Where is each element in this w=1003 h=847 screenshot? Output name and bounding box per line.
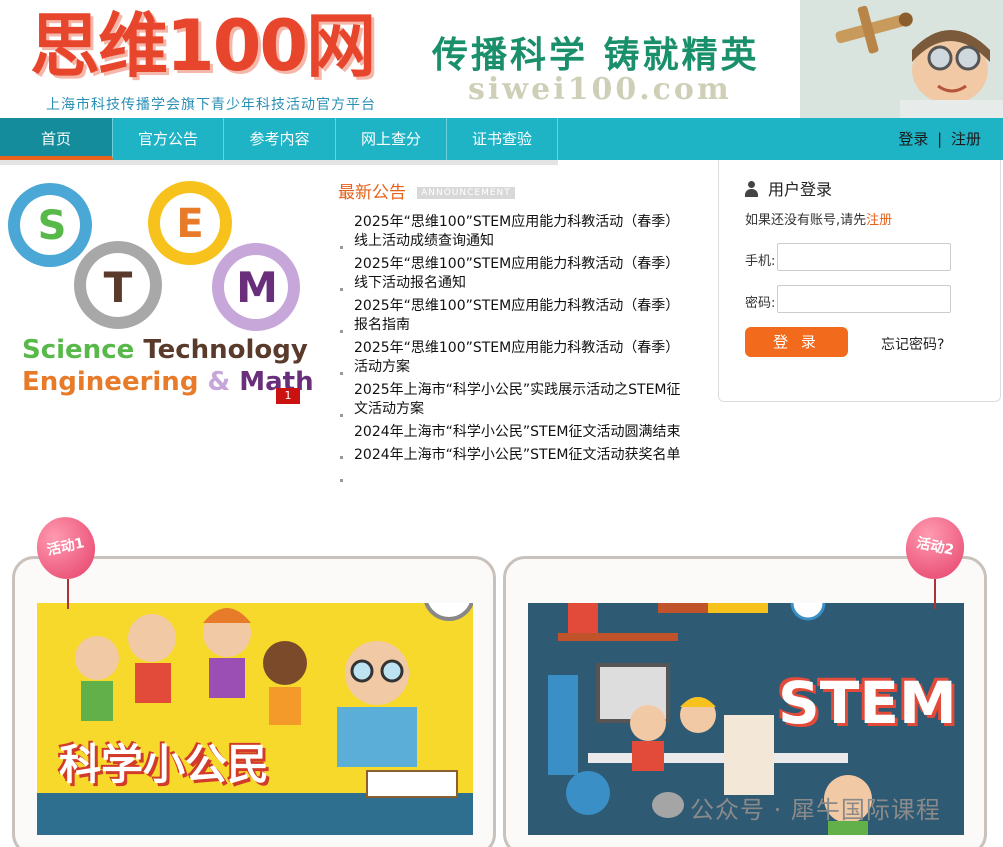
wechat-icon	[652, 792, 684, 818]
site-domain: siwei100.com	[468, 72, 732, 107]
announcements-panel: 最新公告 ANNOUNCEMENT 2025年“思维100”STEM应用能力科教…	[338, 178, 708, 482]
login-title: 用户登录	[768, 180, 833, 199]
activity-2-badge: 活动2	[900, 511, 970, 585]
phone-input[interactable]	[777, 243, 951, 271]
header-illustration	[800, 0, 1003, 118]
banner-carousel[interactable]: S T E M Science Technology Engineering &…	[0, 175, 330, 405]
stem-letter-e: E	[176, 201, 204, 247]
page: 思维100网 上海市科技传播学会旗下青少年科技活动官方平台 传播科学 铸就精英 …	[0, 0, 1003, 847]
announcement-item[interactable]: 2024年上海市“科学小公民”STEM征文活动获奖名单	[338, 446, 683, 482]
announcements-tag: ANNOUNCEMENT	[417, 187, 515, 199]
user-icon	[745, 181, 758, 197]
password-label: 密码:	[745, 296, 776, 311]
login-register-link[interactable]: 注册	[866, 213, 892, 228]
announcement-item[interactable]: 2025年“思维100”STEM应用能力科教活动（春季） 线下活动报名通知	[338, 255, 683, 293]
announcement-item[interactable]: 2025年“思维100”STEM应用能力科教活动（春季）线上活动成绩查询通知	[338, 213, 683, 251]
announcement-item[interactable]: 2025年“思维100”STEM应用能力科教活动（春季）活动方案	[338, 339, 683, 377]
caption-technology: Technology	[143, 335, 308, 365]
announcements-list: 2025年“思维100”STEM应用能力科教活动（春季）线上活动成绩查询通知 2…	[338, 213, 708, 482]
stem-letter-s: S	[37, 203, 67, 249]
stem-caption-line2: Engineering & Math	[22, 367, 314, 397]
phone-label: 手机:	[745, 254, 776, 269]
logo-subtitle: 上海市科技传播学会旗下青少年科技活动官方平台	[46, 97, 376, 113]
login-button[interactable]: 登 录	[745, 327, 848, 357]
login-panel: 用户登录 如果还没有账号,请先注册 手机: 密码: 登 录 忘记密码?	[718, 160, 1001, 402]
site-logo[interactable]: 思维100网	[30, 6, 376, 86]
announcement-item[interactable]: 2024年上海市“科学小公民”STEM征文活动圆满结束	[338, 423, 683, 459]
caption-ampersand: &	[207, 367, 231, 397]
nav-separator: |	[937, 130, 943, 148]
stem-letter-t: T	[103, 263, 133, 312]
nav-score-query[interactable]: 网上查分	[336, 118, 447, 160]
password-input[interactable]	[777, 285, 951, 313]
nav-auth-links: 登录 | 注册	[898, 118, 981, 160]
watermark-text: 公众号 · 犀牛国际课程	[690, 796, 941, 824]
stem-caption-line1: Science Technology	[22, 335, 308, 365]
activity-1-badge: 活动1	[31, 511, 101, 585]
announcement-item[interactable]: 2025年“思维100”STEM应用能力科教活动（春季）报名指南	[338, 297, 683, 335]
balloon-string	[934, 579, 936, 609]
caption-science: Science	[22, 335, 135, 365]
activity-card-1[interactable]: 科学小公民 活动1	[12, 511, 496, 847]
nav-home[interactable]: 首页	[0, 118, 113, 160]
activity-2-title: STEM	[778, 669, 957, 737]
carousel-slide-indicator[interactable]: 1	[276, 388, 300, 404]
announcement-item[interactable]: 2025年上海市“科学小公民”实践展示活动之STEM征文活动方案	[338, 381, 683, 419]
nav-login-link[interactable]: 登录	[898, 130, 928, 148]
nav-register-link[interactable]: 注册	[951, 130, 981, 148]
announcements-title: 最新公告	[338, 183, 406, 203]
activity-1-title: 科学小公民	[59, 740, 270, 789]
caption-engineering: Engineering	[22, 367, 199, 397]
activity-1-image: 科学小公民	[37, 603, 473, 835]
login-header: 用户登录	[745, 176, 832, 200]
nav-certificate-check[interactable]: 证书查验	[447, 118, 558, 160]
site-slogan: 传播科学 铸就精英	[432, 34, 760, 76]
balloon-string	[67, 579, 69, 609]
nav-shadow	[0, 160, 558, 165]
nav-official-notices[interactable]: 官方公告	[113, 118, 224, 160]
nav-reference[interactable]: 参考内容	[224, 118, 336, 160]
main-nav: 首页 官方公告 参考内容 网上查分 证书查验 登录 | 注册	[0, 118, 1003, 160]
stem-letter-m: M	[236, 263, 278, 312]
login-hint-text: 如果还没有账号,请先	[745, 213, 867, 228]
login-hint: 如果还没有账号,请先注册	[745, 209, 892, 228]
forgot-password-link[interactable]: 忘记密码?	[881, 334, 944, 354]
site-header: 思维100网 上海市科技传播学会旗下青少年科技活动官方平台 传播科学 铸就精英 …	[0, 0, 1003, 118]
